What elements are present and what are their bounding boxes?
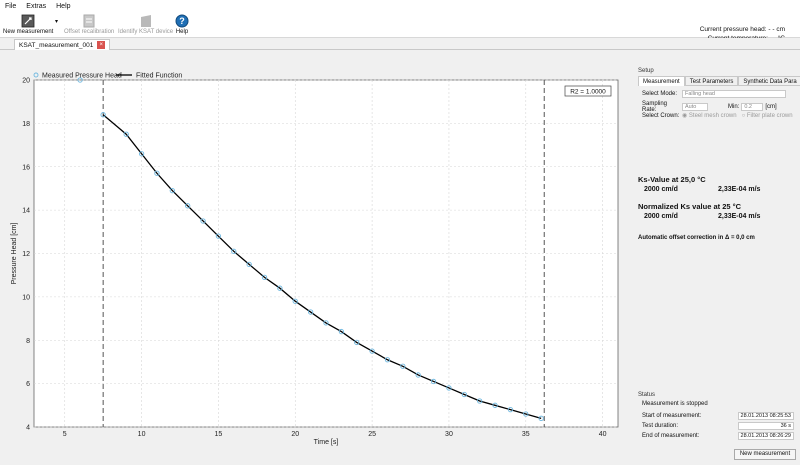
crown-row: Select Crown: ◉ Steel mesh crown ○ Filte…: [642, 112, 793, 120]
setup-tabs: Measurement Test Parameters Synthetic Da…: [638, 76, 800, 86]
close-icon[interactable]: ×: [97, 41, 106, 49]
crown-radio-steel[interactable]: ◉ Steel mesh crown: [682, 112, 737, 119]
duration-value: 36 s: [738, 422, 794, 430]
legend-label-measured: Measured Pressure Head: [42, 73, 122, 80]
rate-input[interactable]: Auto: [682, 103, 708, 111]
offset-recalibration-icon: [83, 14, 95, 28]
y-tick-label: 4: [26, 425, 30, 432]
menu-help[interactable]: Help: [56, 3, 70, 10]
tab-label: KSAT_measurement_001: [19, 41, 94, 49]
r2-label: R2 = 1.0000: [570, 89, 606, 96]
crown-option-filter: Filter plate crown: [746, 112, 793, 119]
setup-group: Setup Measurement Test Parameters Synthe…: [638, 68, 800, 128]
right-panel: Setup Measurement Test Parameters Synthe…: [638, 68, 800, 463]
x-tick-label: 5: [63, 431, 67, 438]
end-label: End of measurement:: [642, 433, 700, 439]
tab-ksat-measurement[interactable]: KSAT_measurement_001 ×: [14, 39, 111, 50]
new-measurement-icon: [21, 14, 35, 28]
x-tick-label: 15: [215, 431, 223, 438]
y-tick-label: 16: [22, 164, 30, 171]
x-axis-label: Time [s]: [314, 439, 339, 446]
new-measurement-label: New measurement: [3, 29, 54, 35]
status-state: Measurement is stopped: [642, 401, 708, 407]
tab-measurement[interactable]: Measurement: [638, 76, 685, 86]
mode-label: Select Mode:: [642, 91, 678, 97]
crown-label: Select Crown:: [642, 112, 680, 119]
x-tick-label: 20: [291, 431, 299, 438]
menu-extras[interactable]: Extras: [26, 3, 46, 10]
pressure-readout: Current pressure head: - - cm: [699, 26, 785, 33]
crown-radio-filter[interactable]: ○ Filter plate crown: [742, 113, 793, 119]
y-tick-label: 6: [26, 381, 30, 388]
identify-device-icon: [140, 15, 151, 27]
normalized-ms-value: 2,33E-04 m/s: [718, 213, 761, 220]
new-measurement-bottom-button[interactable]: New measurement: [734, 449, 796, 460]
x-tick-label: 35: [522, 431, 530, 438]
min-input[interactable]: 0.2: [741, 103, 764, 111]
mode-row: Select Mode: Falling head: [642, 90, 786, 98]
start-label: Start of measurement:: [642, 413, 702, 419]
menu-bar: File Extras Help: [0, 0, 800, 12]
identify-device-button[interactable]: Identify KSAT device: [118, 14, 173, 35]
toolbar: New measurement ▾ Offset recalibration I…: [0, 12, 800, 42]
help-label: Help: [175, 29, 189, 35]
y-tick-label: 20: [22, 78, 30, 85]
min-label: Min:: [728, 104, 740, 110]
ks-ms-value: 2,33E-04 m/s: [718, 186, 761, 193]
y-tick-label: 8: [26, 338, 30, 345]
ks-cm-value: 2000 cm/d: [644, 186, 678, 193]
setup-content: Select Mode: Falling head Sampling Rate:…: [638, 86, 796, 122]
y-tick-label: 18: [22, 121, 30, 128]
legend-label-fit: Fitted Function: [136, 73, 182, 80]
identify-device-label: Identify KSAT device: [118, 29, 174, 35]
normalized-ks-box: Normalized Ks value at 25 °C 2000 cm/d 2…: [638, 202, 796, 220]
ks-values: 2000 cm/d 2,33E-04 m/s: [638, 186, 796, 193]
ks-title: Ks-Value at 25,0 °C: [638, 175, 706, 184]
normalized-ks-values: 2000 cm/d 2,33E-04 m/s: [638, 213, 796, 220]
x-tick-label: 40: [599, 431, 607, 438]
chart-svg: 5 10 15 20 25 30 35 40 4 6 8 10 12 14 16 18 20 Time [s] Pr…: [11, 72, 619, 446]
x-tick-label: 25: [368, 431, 376, 438]
unit-label: [cm]: [765, 104, 777, 110]
help-button[interactable]: ? Help: [175, 14, 189, 35]
start-value: 28.01.2013 08:25:53: [738, 412, 794, 420]
offset-recalibration-label: Offset recalibration: [64, 29, 115, 35]
end-value: 28.01.2013 08:26:29: [738, 432, 794, 440]
status-title: Status: [638, 392, 656, 398]
offset-recalibration-button[interactable]: Offset recalibration: [64, 14, 114, 35]
tab-synthetic-data[interactable]: Synthetic Data Para: [738, 76, 800, 86]
ks-value-box: Ks-Value at 25,0 °C 2000 cm/d 2,33E-04 m…: [638, 175, 796, 193]
svg-text:?: ?: [179, 16, 185, 26]
y-axis-label: Pressure Head [cm]: [11, 223, 18, 285]
y-tick-label: 14: [22, 208, 30, 215]
tab-test-parameters[interactable]: Test Parameters: [684, 76, 739, 86]
mode-select[interactable]: Falling head: [682, 90, 786, 98]
x-tick-label: 10: [138, 431, 146, 438]
status-group: Status Measurement is stopped Start of m…: [638, 392, 796, 462]
duration-label: Test duration:: [642, 423, 679, 429]
chevron-down-icon[interactable]: ▾: [55, 18, 58, 25]
help-icon: ?: [175, 14, 189, 28]
y-tick-label: 10: [22, 294, 30, 301]
setup-title: Setup: [638, 68, 654, 74]
menu-file[interactable]: File: [5, 3, 16, 10]
normalized-ks-title: Normalized Ks value at 25 °C: [638, 202, 742, 211]
document-tabstrip: KSAT_measurement_001 ×: [0, 38, 800, 50]
offset-correction: Automatic offset correction in Δ = 0,0 c…: [638, 235, 755, 241]
x-tick-label: 30: [445, 431, 453, 438]
new-measurement-button[interactable]: New measurement: [3, 14, 53, 35]
pressure-chart: 5 10 15 20 25 30 35 40 4 6 8 10 12 14 16 18 20 Time [s] Pr…: [6, 70, 632, 450]
y-tick-label: 12: [22, 251, 30, 258]
crown-option-steel: Steel mesh crown: [688, 113, 737, 119]
legend-marker-measured: [33, 72, 39, 78]
normalized-cm-value: 2000 cm/d: [644, 213, 678, 220]
